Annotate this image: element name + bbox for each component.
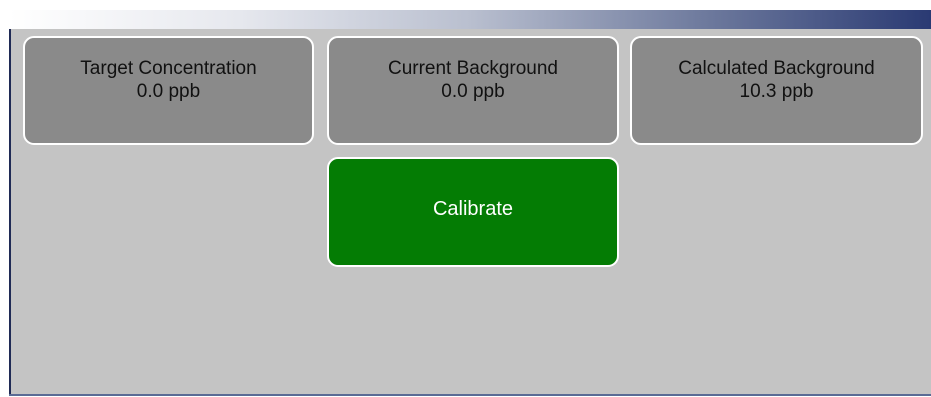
calculated-background-tile[interactable]: Calculated Background 10.3 ppb [630, 36, 923, 145]
target-concentration-label: Target Concentration [80, 57, 257, 79]
target-concentration-value: 0.0 ppb [136, 80, 201, 102]
current-background-value: 0.0 ppb [441, 80, 505, 102]
title-bar [9, 10, 931, 29]
calibration-screen: Target Concentration 0.0 ppb Current Bac… [0, 0, 931, 397]
calibrate-button-label: Calibrate [432, 197, 514, 220]
window-bottom-edge [9, 394, 931, 396]
target-concentration-tile[interactable]: Target Concentration 0.0 ppb [23, 36, 314, 145]
calculated-background-value: 10.3 ppb [739, 80, 814, 102]
current-background-tile[interactable]: Current Background 0.0 ppb [327, 36, 619, 145]
calibrate-button[interactable]: Calibrate [327, 157, 619, 267]
calculated-background-label: Calculated Background [678, 57, 875, 79]
current-background-label: Current Background [387, 57, 559, 79]
